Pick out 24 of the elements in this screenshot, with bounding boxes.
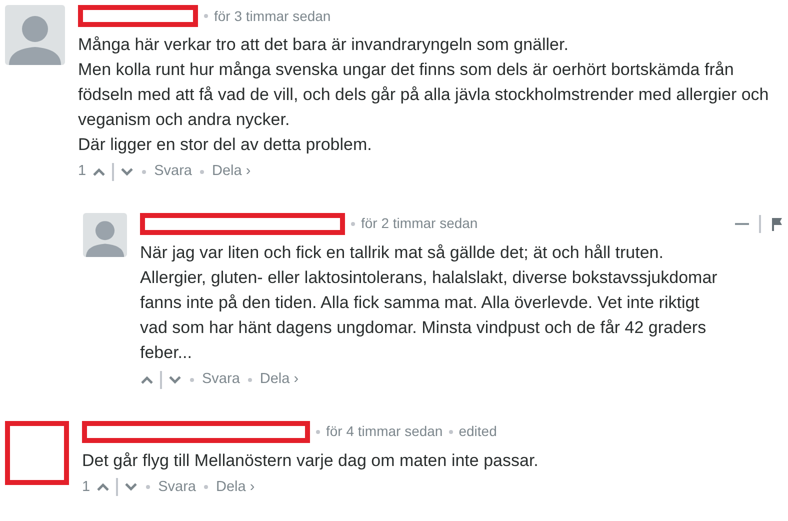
flag-button[interactable] (771, 216, 783, 231)
vote-count: 1 (78, 162, 86, 181)
timestamp: för 3 timmar sedan (214, 6, 331, 26)
share-link[interactable]: Dela › (216, 476, 255, 498)
vote-count: 1 (82, 478, 90, 496)
share-link[interactable]: Dela › (260, 368, 299, 390)
share-link[interactable]: Dela › (212, 161, 251, 183)
upvote-button[interactable] (92, 166, 106, 177)
reply-link[interactable]: Svara (158, 476, 196, 498)
edited-label: edited (458, 422, 497, 441)
reply-link[interactable]: Svara (202, 368, 240, 390)
upvote-button[interactable] (96, 482, 110, 492)
comment-text: Det går flyg till Mellanöstern varje dag om maten inte passar. (82, 450, 540, 472)
comment-text: När jag var liten och fick en tallrik mat så gällde det; ät och håll truten. Allergier, gluten- eller laktosintolerans, halalslakt, diverse bokstavssjukdomar fanns inte på den tiden. Alla fick samma mat. Alla överlevde. Vet inte riktigt vad som har hänt dagens ungdomar. Minsta vindpust och de får 42 graders feber... (140, 242, 718, 364)
upvote-button[interactable] (140, 374, 154, 385)
downvote-button[interactable] (120, 166, 134, 177)
timestamp: för 4 timmar sedan (326, 422, 443, 441)
avatar-icon[interactable] (5, 5, 65, 65)
avatar-icon[interactable] (83, 212, 127, 257)
timestamp: för 2 timmar sedan (361, 214, 478, 234)
downvote-button[interactable] (168, 374, 182, 385)
comment-text: Många här verkar tro att det bara är invandraryngeln som gnäller. Men kolla runt hur många svenska ungar det finns som dels är oerhört bortskämda från födseln med att få vad de vill, och dels går på alla jävla stockholmstrender med allergier och veganism och andra nycker. Där ligger en stor del av detta problem. (78, 34, 770, 156)
downvote-button[interactable] (124, 482, 138, 492)
reply-link[interactable]: Svara (154, 161, 192, 183)
